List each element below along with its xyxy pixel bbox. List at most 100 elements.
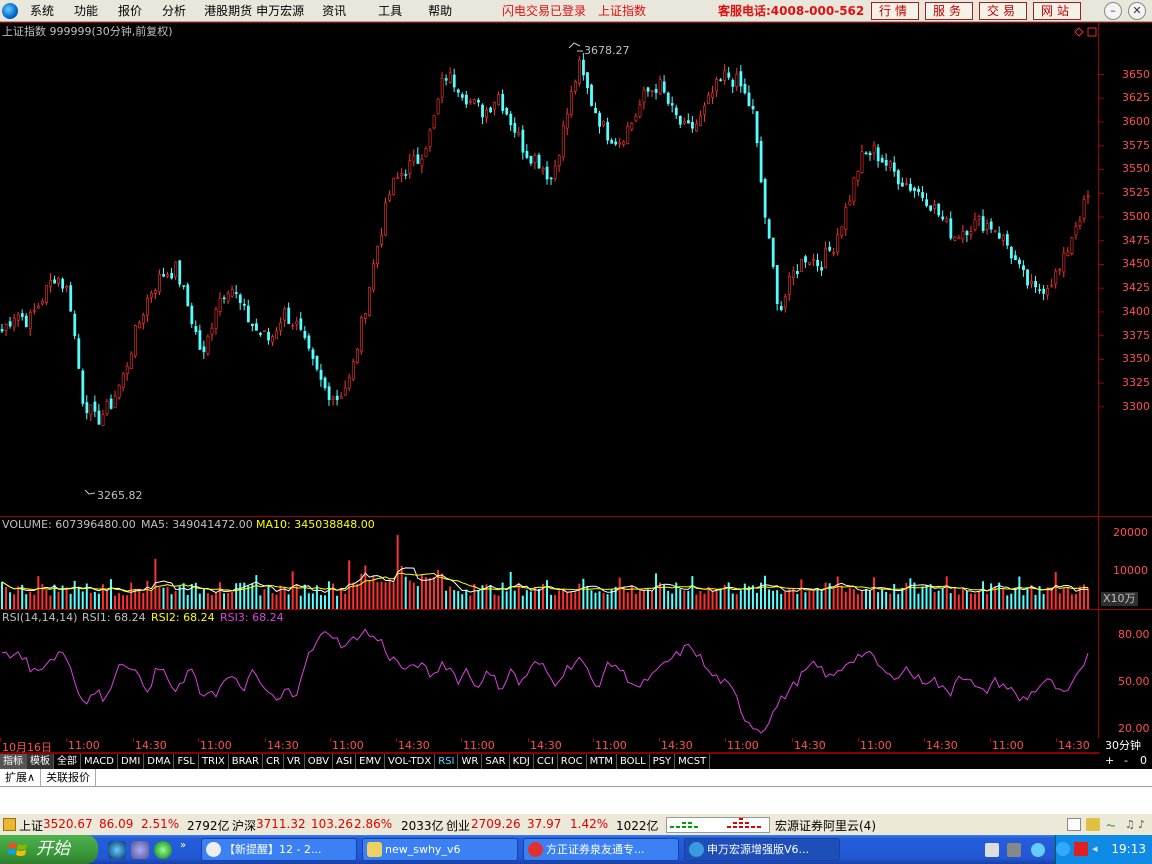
taskbar-item-forum[interactable]: 【新提醒】12 - 2...: [201, 838, 357, 861]
tab-asi[interactable]: ASI: [333, 754, 357, 770]
volume-icon[interactable]: ♫: [1125, 818, 1135, 831]
taskbar-item-folder[interactable]: new_swhy_v6: [362, 838, 518, 861]
tab-dma[interactable]: DMA: [144, 754, 175, 770]
tab-cci[interactable]: CCI: [534, 754, 558, 770]
tray-volume-icon[interactable]: ◂: [1092, 842, 1106, 856]
tab-指标[interactable]: 指标: [0, 754, 27, 770]
tab-rsi[interactable]: RSI: [435, 754, 459, 770]
website-button[interactable]: 网站: [1033, 2, 1081, 20]
tab-trix[interactable]: TRIX: [199, 754, 229, 770]
cy-amount: 1022亿: [616, 819, 659, 833]
tab-wr[interactable]: WR: [458, 754, 483, 770]
volume-bar: [89, 593, 92, 609]
chart-area[interactable]: 上证指数 999999(30分钟,前复权) 3678.27 3265.82 36…: [0, 22, 1152, 738]
flash-index-label[interactable]: 上证指数: [598, 0, 646, 22]
tab-macd[interactable]: MACD: [81, 754, 118, 770]
menu-analysis[interactable]: 分析: [152, 0, 196, 22]
volume-bar: [816, 588, 819, 609]
tab-sar[interactable]: SAR: [482, 754, 510, 770]
low-price-label: 3265.82: [97, 489, 143, 502]
tab-kdj[interactable]: KDJ: [510, 754, 534, 770]
rsi-params-label: RSI(14,14,14): [2, 611, 78, 624]
minimize-icon[interactable]: –: [1104, 2, 1122, 20]
start-label: 开始: [36, 839, 70, 859]
tab-cr[interactable]: CR: [263, 754, 284, 770]
sound-icon[interactable]: ♪: [1138, 818, 1150, 831]
tab-dmi[interactable]: DMI: [118, 754, 145, 770]
volume-bar: [1018, 576, 1021, 609]
menu-hk-futures[interactable]: 港股期货: [196, 0, 254, 22]
flash-trade-status[interactable]: 闪电交易已登录: [502, 0, 586, 22]
trade-button[interactable]: 交易: [979, 2, 1027, 20]
candle-body: [16, 314, 20, 321]
tab-roc[interactable]: ROC: [558, 754, 587, 770]
tab-模板[interactable]: 模板: [27, 754, 54, 770]
related-quote-tab[interactable]: 关联报价: [41, 769, 97, 787]
tab-psy[interactable]: PSY: [650, 754, 676, 770]
price-axis-label: 3350: [1122, 352, 1150, 366]
volume-bar: [953, 588, 956, 609]
expand-tab[interactable]: 扩展∧: [0, 769, 42, 787]
menu-swhy[interactable]: 申万宏源: [254, 0, 312, 22]
taskbar-item-fangzheng[interactable]: 方正证券泉友通专...: [523, 838, 679, 861]
zoom-out-button[interactable]: -: [1124, 754, 1128, 767]
volume-bar: [852, 589, 855, 609]
tab-全部[interactable]: 全部: [54, 754, 81, 770]
menu-tools[interactable]: 工具: [356, 0, 418, 22]
menu-help[interactable]: 帮助: [418, 0, 462, 22]
volume-bar: [731, 593, 734, 609]
tab-fsl[interactable]: FSL: [174, 754, 199, 770]
cy-label: 创业: [446, 819, 471, 833]
volume-bar: [529, 591, 532, 609]
volume-bar: [840, 585, 843, 609]
tab-mtm[interactable]: MTM: [587, 754, 617, 770]
market-icon[interactable]: [3, 818, 16, 831]
volume-bar: [5, 587, 8, 609]
taskbar-item-swhy[interactable]: 申万宏源增强版V6...: [684, 838, 840, 861]
zoom-reset-button[interactable]: 0: [1140, 754, 1147, 767]
candle-body: [537, 154, 541, 169]
lock-icon[interactable]: [1086, 818, 1100, 831]
volume-bar: [957, 594, 960, 609]
tab-vr[interactable]: VR: [284, 754, 305, 770]
tab-mcst[interactable]: MCST: [675, 754, 711, 770]
volume-bar: [1010, 593, 1013, 609]
menu-system[interactable]: 系统: [20, 0, 64, 22]
start-button[interactable]: 开始: [0, 835, 98, 864]
tray-back-icon[interactable]: [1056, 842, 1070, 856]
volume-ma10-label: MA10: 345038848.00: [256, 518, 375, 531]
lang-icon[interactable]: [1031, 843, 1045, 857]
volume-bar: [150, 590, 153, 609]
chevron-icon[interactable]: »: [180, 840, 186, 851]
service-button[interactable]: 服务: [925, 2, 973, 20]
tab-boll[interactable]: BOLL: [617, 754, 650, 770]
tab-vol-tdx[interactable]: VOL-TDX: [385, 754, 436, 770]
candle-body: [985, 223, 989, 230]
tray-flag-icon[interactable]: [1074, 842, 1088, 856]
tab-obv[interactable]: OBV: [305, 754, 333, 770]
menu-quote[interactable]: 报价: [108, 0, 152, 22]
browser-icon[interactable]: [154, 841, 172, 859]
signal-icon[interactable]: ⏦: [1106, 818, 1120, 832]
price-axis-label: 3650: [1122, 67, 1150, 81]
pen-icon[interactable]: [1007, 843, 1021, 857]
candle-body: [436, 98, 440, 115]
menu-function[interactable]: 功能: [64, 0, 108, 22]
close-icon[interactable]: ✕: [1128, 2, 1146, 20]
tab-emv[interactable]: EMV: [356, 754, 385, 770]
period-label[interactable]: 30分钟: [1099, 738, 1152, 753]
zoom-in-button[interactable]: +: [1105, 754, 1114, 767]
window-icon[interactable]: [1067, 818, 1081, 831]
explorer-icon[interactable]: [131, 841, 149, 859]
corner-icons[interactable]: [1074, 27, 1097, 37]
keyboard-icon[interactable]: [985, 843, 999, 857]
menu-news[interactable]: 资讯: [312, 0, 356, 22]
kline-chart-svg[interactable]: [0, 22, 1152, 738]
candle-body: [804, 256, 807, 263]
volume-bar: [606, 594, 609, 609]
market-button[interactable]: 行情: [871, 2, 919, 20]
clock[interactable]: 19:13: [1111, 842, 1146, 856]
tab-brar[interactable]: BRAR: [229, 754, 263, 770]
ie-icon[interactable]: [108, 841, 126, 859]
app-logo-icon[interactable]: [2, 3, 18, 19]
